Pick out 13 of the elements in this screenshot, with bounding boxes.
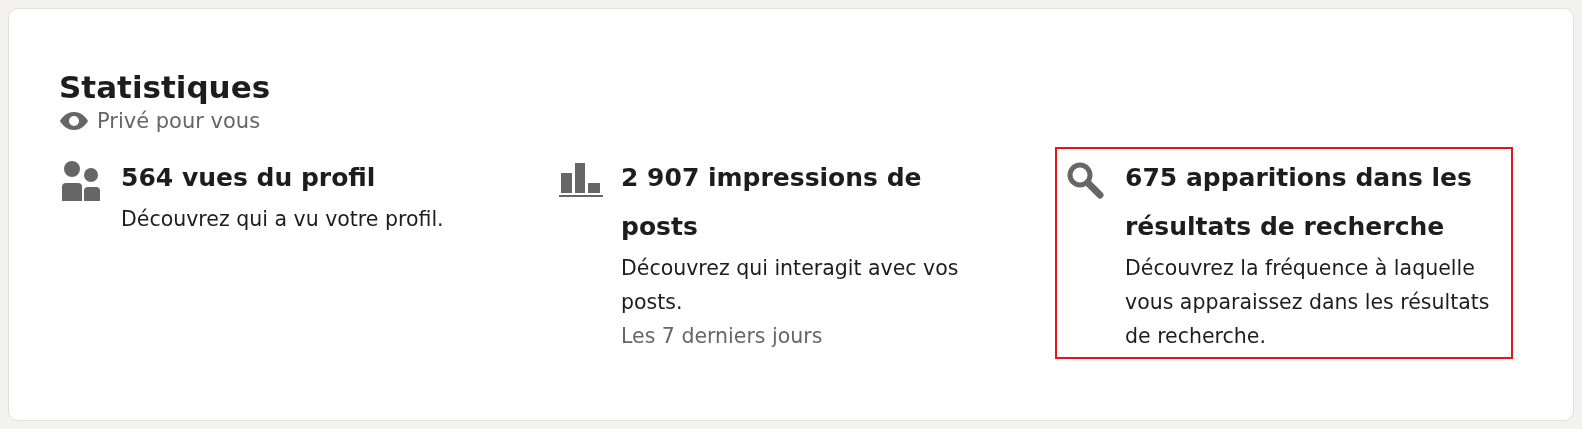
stat-description: Découvrez qui a vu votre profil. [121,206,444,233]
stat-headline[interactable]: 675 apparitions dans les résultats de recherche [1125,153,1503,251]
search-icon [1066,161,1104,199]
privacy-note: Privé pour vous [97,109,261,133]
stat-period: Les 7 derniers jours [621,323,824,350]
stat-description: Découvrez la fréquence à laquelle vous apparaissez dans les résultats de recherche. [1125,255,1491,350]
stat-headline[interactable]: 2 907 impressions de posts [621,153,999,251]
stat-description: Découvrez qui interagit avec vos posts. [621,255,960,316]
bar-chart-icon [559,161,603,197]
card-title: Statistiques [59,68,272,107]
people-icon [62,161,100,201]
eye-icon [59,111,89,131]
stat-headline[interactable]: 564 vues du profil [121,153,444,202]
